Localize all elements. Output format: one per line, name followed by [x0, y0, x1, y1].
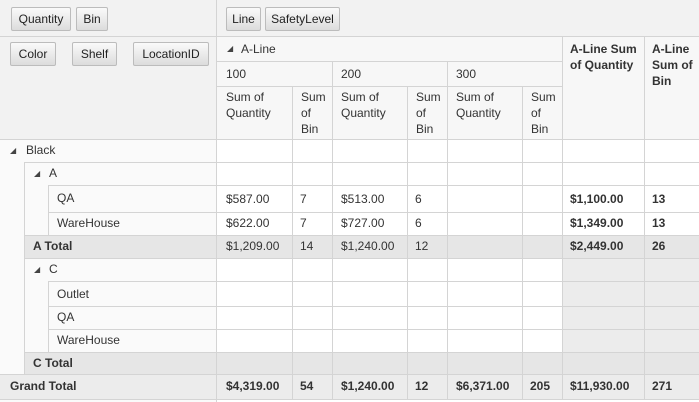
grid-h	[0, 399, 699, 400]
collapse-triangle-icon[interactable]: ◢	[34, 168, 40, 180]
grid-v	[447, 61, 448, 399]
data-cell: 13	[652, 192, 666, 206]
safety-level-field-chip[interactable]: SafetyLevel	[265, 7, 340, 31]
data-cell: 54	[300, 379, 314, 393]
data-cell: $6,371.00	[456, 379, 510, 393]
collapse-triangle-icon[interactable]: ◢	[227, 43, 233, 55]
data-cell: $727.00	[341, 216, 385, 230]
collapse-triangle-icon[interactable]: ◢	[10, 145, 16, 157]
row-qa-label: QA	[57, 310, 75, 324]
c-total-shade	[24, 352, 699, 374]
collapse-triangle-icon[interactable]: ◢	[34, 264, 40, 276]
data-cell: 271	[652, 379, 673, 393]
grid-v-indent	[48, 185, 49, 235]
row-a-label: A	[49, 166, 58, 180]
grid-v	[332, 61, 333, 399]
grid-h	[216, 86, 562, 87]
row-warehouse-label: WareHouse	[57, 216, 120, 230]
shelf-field-chip[interactable]: Shelf	[72, 42, 117, 66]
data-cell: 7	[300, 216, 307, 230]
data-cell: 205	[530, 379, 551, 393]
data-cell: $587.00	[226, 192, 270, 206]
measure-header: Sum of Bin	[531, 90, 556, 136]
measure-header: Sum of Quantity	[226, 90, 271, 120]
data-cell: 12	[415, 379, 429, 393]
data-cell: $622.00	[226, 216, 270, 230]
data-cell: $1,349.00	[570, 216, 624, 230]
quantity-field-chip[interactable]: Quantity	[11, 7, 71, 31]
row-outlet-label: Outlet	[57, 287, 90, 301]
grid-h	[48, 185, 699, 186]
grid-v	[562, 36, 563, 399]
measure-header: Sum of Quantity	[341, 90, 386, 120]
row-black-label: Black	[26, 143, 56, 157]
grid-v-indent	[48, 281, 49, 352]
grid-h	[24, 258, 699, 259]
col-100-header: 100	[226, 67, 247, 81]
line-field-chip[interactable]: Line	[226, 7, 261, 31]
measure-header: Sum of Bin	[416, 90, 441, 136]
grid-h	[0, 36, 699, 37]
data-cell: $4,319.00	[226, 379, 280, 393]
color-field-chip[interactable]: Color	[10, 42, 56, 66]
row-grand-total-label: Grand Total	[10, 379, 77, 393]
data-cell: 6	[415, 192, 422, 206]
grid-v	[644, 36, 645, 399]
grid-h	[216, 61, 562, 62]
grid-h	[48, 329, 699, 330]
row-c-total-label: C Total	[33, 356, 73, 370]
data-cell: 6	[415, 216, 422, 230]
data-cell: 14	[300, 239, 314, 253]
data-cell: 13	[652, 216, 666, 230]
row-warehouse-label: WareHouse	[57, 333, 120, 347]
grid-h	[48, 281, 699, 282]
data-cell: $2,449.00	[570, 239, 624, 253]
data-cell: 7	[300, 192, 307, 206]
location-id-field-chip[interactable]: LocationID	[133, 42, 209, 66]
data-cell: 12	[415, 239, 429, 253]
data-cell: $1,240.00	[341, 379, 395, 393]
grid-h	[24, 162, 699, 163]
data-cell: $1,100.00	[570, 192, 624, 206]
data-cell: $513.00	[341, 192, 385, 206]
data-cell: 26	[652, 239, 666, 253]
measure-header: Sum of Quantity	[456, 90, 501, 120]
c-total-col-shade	[562, 258, 699, 352]
total-bin-header: A-Line Sum of Bin	[652, 42, 693, 88]
row-c-label: C	[49, 262, 58, 276]
row-qa-label: QA	[57, 191, 75, 205]
total-quantity-header: A-Line Sum of Quantity	[570, 42, 637, 72]
data-cell: $1,209.00	[226, 239, 280, 253]
measure-header: Sum of Bin	[301, 90, 326, 136]
a-line-header: A-Line	[241, 42, 276, 56]
grid-h	[48, 306, 699, 307]
data-cell: $11,930.00	[570, 379, 630, 393]
data-cell: $1,240.00	[341, 239, 395, 253]
bin-field-chip[interactable]: Bin	[76, 7, 108, 31]
grid-v-indent	[24, 162, 25, 374]
col-300-header: 300	[456, 67, 477, 81]
row-a-total-label: A Total	[33, 239, 73, 253]
col-200-header: 200	[341, 67, 362, 81]
grid-h	[0, 139, 699, 140]
grid-h	[24, 352, 699, 353]
